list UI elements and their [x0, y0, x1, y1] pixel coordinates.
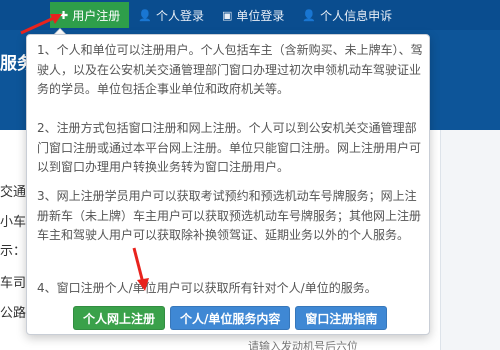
- annotation-arrows: [20, 14, 149, 291]
- arrow-to-register-tab: [20, 14, 62, 35]
- arrow-to-online-register-button: [132, 247, 149, 291]
